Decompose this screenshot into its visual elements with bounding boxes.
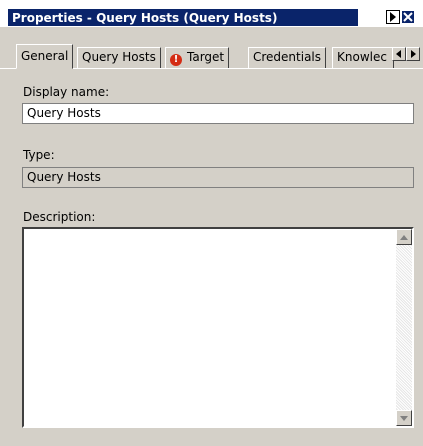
arrow-left-icon [396,50,401,58]
tab-knowledge[interactable]: Knowlec [332,47,394,68]
tab-label: Query Hosts [82,50,156,64]
type-label: Type: [23,148,55,162]
chevron-up-icon [400,234,408,240]
expand-arrow-button[interactable] [386,10,400,24]
tab-scroll-right-button[interactable] [406,47,420,61]
tab-target[interactable]: ! Target [165,47,230,68]
description-label: Description: [23,210,96,224]
display-name-field[interactable]: Query Hosts [22,103,414,124]
properties-dialog: Properties - Query Hosts (Query Hosts) G… [0,0,423,446]
error-icon: ! [170,54,182,66]
scroll-up-button[interactable] [396,229,412,245]
vertical-scrollbar[interactable] [396,229,412,426]
scroll-down-button[interactable] [396,410,412,426]
tab-label: General [21,49,69,63]
tab-query-hosts[interactable]: Query Hosts [77,47,161,68]
description-text [24,229,412,233]
tab-label: Target [187,50,225,64]
close-icon [403,12,413,22]
tab-label: Knowlec [337,50,387,64]
arrow-right-icon [390,12,396,22]
tab-general[interactable]: General [16,44,74,69]
tab-credentials[interactable]: Credentials [248,47,327,68]
tab-scroll-left-button[interactable] [392,47,406,61]
chevron-down-icon [400,415,408,421]
window-title: Properties - Query Hosts (Query Hosts) [12,11,278,25]
title-bar: Properties - Query Hosts (Query Hosts) [0,0,423,27]
arrow-right-icon [411,50,416,58]
tab-label: Credentials [253,50,322,64]
display-name-label: Display name: [23,85,110,99]
close-button[interactable] [401,10,415,24]
type-field: Query Hosts [22,167,414,188]
description-textarea[interactable] [22,227,414,428]
